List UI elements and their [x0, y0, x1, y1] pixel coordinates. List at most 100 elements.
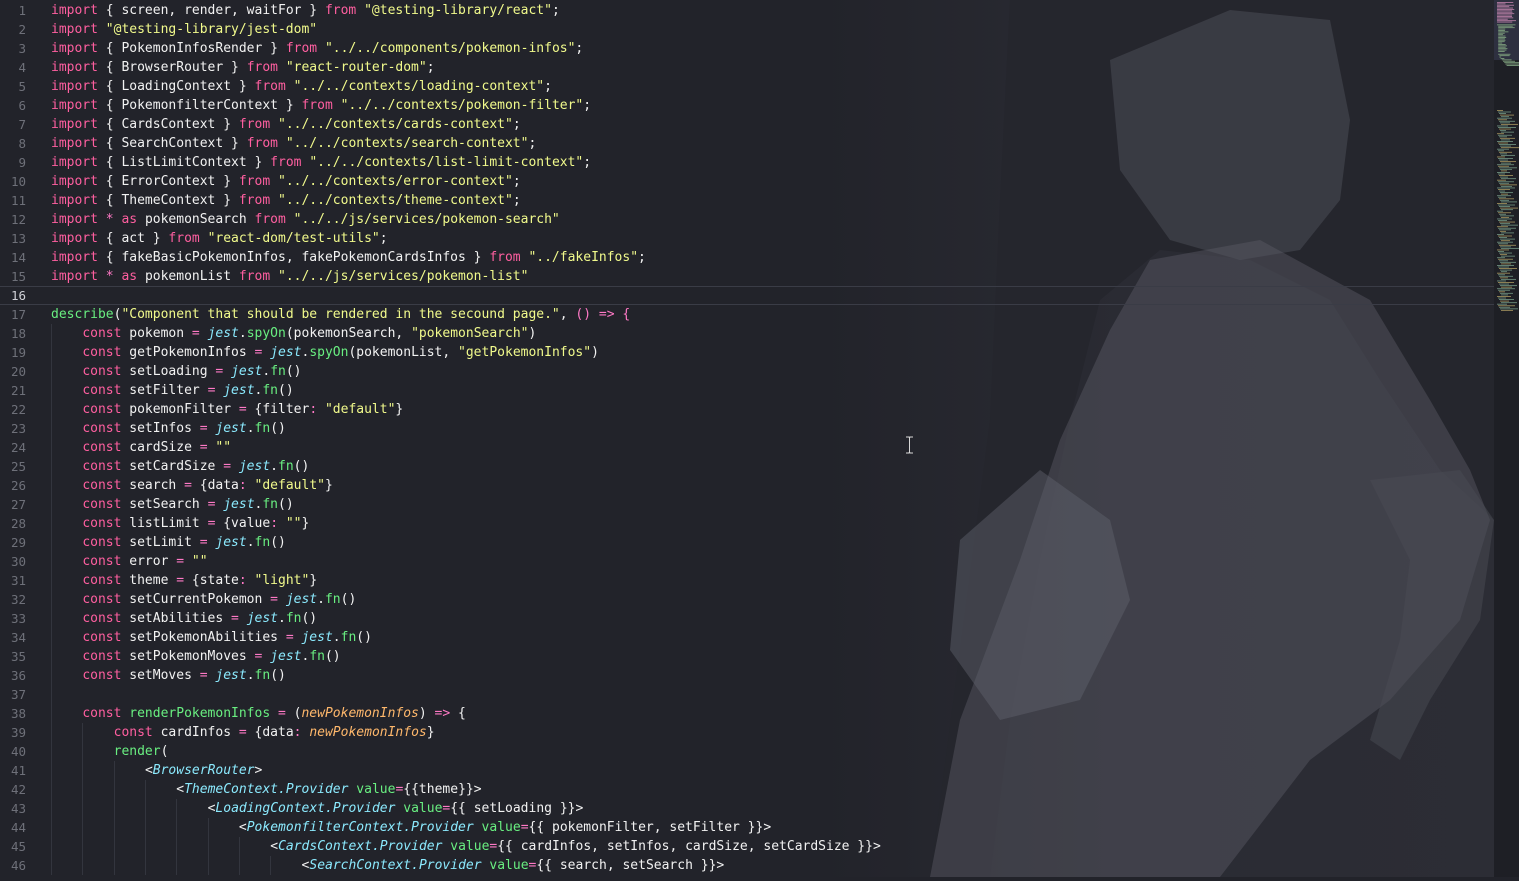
code-line[interactable]: 22 const pokemonFilter = {filter: "defaul…: [0, 400, 1494, 419]
line-number: 29: [10, 535, 26, 550]
code-line[interactable]: 36 const setMoves = jest.fn(): [0, 666, 1494, 685]
minimap-line: [1501, 255, 1515, 257]
code-line[interactable]: 35 const setPokemonMoves = jest.fn(): [0, 647, 1494, 666]
token-id: pokemonFilter: [552, 820, 654, 835]
line-number: 6: [18, 98, 26, 113]
token-punc: .: [238, 326, 247, 341]
token-kw: from: [285, 41, 318, 56]
code-line[interactable]: 32 const setCurrentPokemon = jest.fn(): [0, 590, 1494, 609]
minimap-line: [1501, 240, 1510, 242]
code-line[interactable]: 31 const theme = {state: "light"}: [0, 571, 1494, 590]
code-line[interactable]: 4 import { BrowserRouter } from "react-ro…: [0, 58, 1494, 77]
indent-guide: [207, 837, 209, 856]
token-kw: import: [51, 231, 98, 246]
minimap[interactable]: [1494, 0, 1519, 877]
code-line[interactable]: 5 import { LoadingContext } from "../../c…: [0, 77, 1494, 96]
code-line[interactable]: 13 import { act } from "react-dom/test-ut…: [0, 229, 1494, 248]
minimap-line: [1501, 286, 1512, 288]
code-line[interactable]: 40 render(: [0, 742, 1494, 761]
code-line[interactable]: 29 const setLimit = jest.fn(): [0, 533, 1494, 552]
code-line[interactable]: 44 <PokemonfilterContext.Provider value={…: [0, 818, 1494, 837]
code-line[interactable]: 12 import * as pokemonSearch from "../../…: [0, 210, 1494, 229]
minimap-line: [1500, 58, 1505, 59]
code-line[interactable]: 1 import { screen, render, waitFor } from…: [0, 1, 1494, 20]
line-number: 19: [10, 345, 26, 360]
code-line[interactable]: 45 <CardsContext.Provider value={{ cardIn…: [0, 837, 1494, 856]
code-line[interactable]: 46 <SearchContext.Provider value={{ searc…: [0, 856, 1494, 875]
minimap-line: [1497, 226, 1508, 228]
code-line[interactable]: 26 const search = {data: "default"}: [0, 476, 1494, 495]
code-line[interactable]: 14 import { fakeBasicPokemonInfos, fakePo…: [0, 248, 1494, 267]
token-punc: {: [184, 573, 200, 588]
token-id: setLoading: [129, 364, 208, 379]
line-number: 21: [10, 383, 26, 398]
code-line[interactable]: 15 import * as pokemonList from "../../js…: [0, 267, 1494, 286]
token-id: pokemonList: [356, 345, 443, 360]
token-kw: const: [113, 725, 153, 740]
code-line[interactable]: 27 const setSearch = jest.fn(): [0, 495, 1494, 514]
minimap-line: [1499, 291, 1505, 293]
token-fn: value: [481, 820, 521, 835]
code-line[interactable]: 6 import { PokemonfilterContext } from ".…: [0, 96, 1494, 115]
code-line[interactable]: 42 <ThemeContext.Provider value={{theme}}…: [0, 780, 1494, 799]
code-line[interactable]: 7 import { CardsContext } from "../../con…: [0, 115, 1494, 134]
token-punc: {: [215, 516, 232, 531]
token-italic: jest: [246, 611, 278, 626]
token-punc: }: [144, 231, 169, 246]
code-line[interactable]: 33 const setAbilities = jest.fn(): [0, 609, 1494, 628]
token-fn: value: [450, 839, 490, 854]
code-line[interactable]: 17 describe("Component that should be ren…: [0, 305, 1494, 324]
token-op: =: [238, 402, 247, 417]
token-kw: const: [82, 706, 122, 721]
token-italic: jest: [238, 459, 271, 474]
code-line[interactable]: 37: [0, 685, 1494, 704]
code-text: import "@testing-library/jest-dom": [51, 20, 317, 39]
token-punc: [200, 383, 208, 398]
code-line[interactable]: 25 const setCardSize = jest.fn(): [0, 457, 1494, 476]
indent-guide: [144, 818, 146, 837]
token-punc: [270, 117, 278, 132]
code-line[interactable]: 24 const cardSize = "": [0, 438, 1494, 457]
code-line[interactable]: 2 import "@testing-library/jest-dom": [0, 20, 1494, 39]
line-number: 23: [10, 421, 26, 436]
minimap-line: [1499, 190, 1505, 192]
code-text: const setPokemonMoves = jest.fn(): [82, 647, 340, 666]
code-text: import { screen, render, waitFor } from …: [51, 1, 560, 20]
minimap-line: [1498, 251, 1504, 252]
code-line[interactable]: 30 const error = "": [0, 552, 1494, 571]
code-lines[interactable]: 1 import { screen, render, waitFor } from…: [0, 1, 1494, 875]
token-str: "@testing-library/react": [364, 3, 552, 18]
code-line[interactable]: 20 const setLoading = jest.fn(): [0, 362, 1494, 381]
token-id: PokemonInfosRender: [121, 41, 263, 56]
code-line[interactable]: 23 const setInfos = jest.fn(): [0, 419, 1494, 438]
token-punc: <: [144, 763, 153, 778]
minimap-line: [1497, 148, 1509, 150]
token-punc: {: [97, 231, 122, 246]
code-line[interactable]: 38 const renderPokemonInfos = (newPokemon…: [0, 704, 1494, 723]
code-line[interactable]: 3 import { PokemonInfosRender } from "../…: [0, 39, 1494, 58]
token-punc: }: [215, 193, 239, 208]
code-line[interactable]: 16: [0, 286, 1494, 305]
line-number: 37: [10, 687, 26, 702]
code-line[interactable]: 18 const pokemon = jest.spyOn(pokemonSear…: [0, 324, 1494, 343]
code-line[interactable]: 8 import { SearchContext } from "../../co…: [0, 134, 1494, 153]
token-punc: ,: [442, 345, 459, 360]
token-punc: [278, 592, 286, 607]
code-line[interactable]: 9 import { ListLimitContext } from "../..…: [0, 153, 1494, 172]
code-editor[interactable]: 1 import { screen, render, waitFor } from…: [0, 0, 1494, 877]
token-id: pokemonSearch: [144, 212, 247, 227]
code-line[interactable]: 19 const getPokemonInfos = jest.spyOn(pok…: [0, 343, 1494, 362]
code-text: const error = "": [82, 552, 207, 571]
code-line[interactable]: 10 import { ErrorContext } from "../../co…: [0, 172, 1494, 191]
code-line[interactable]: 43 <LoadingContext.Provider value={{ setL…: [0, 799, 1494, 818]
code-line[interactable]: 39 const cardInfos = {data: newPokemonInf…: [0, 723, 1494, 742]
code-line[interactable]: 11 import { ThemeContext } from "../../co…: [0, 191, 1494, 210]
minimap-line: [1501, 263, 1511, 265]
token-op: =: [199, 668, 208, 683]
indent-guide: [51, 799, 52, 818]
code-line[interactable]: 21 const setFilter = jest.fn(): [0, 381, 1494, 400]
code-line[interactable]: 41 <BrowserRouter>: [0, 761, 1494, 780]
code-line[interactable]: 28 const listLimit = {value: ""}: [0, 514, 1494, 533]
code-line[interactable]: 34 const setPokemonAbilities = jest.fn(): [0, 628, 1494, 647]
minimap-line: [1497, 172, 1510, 173]
